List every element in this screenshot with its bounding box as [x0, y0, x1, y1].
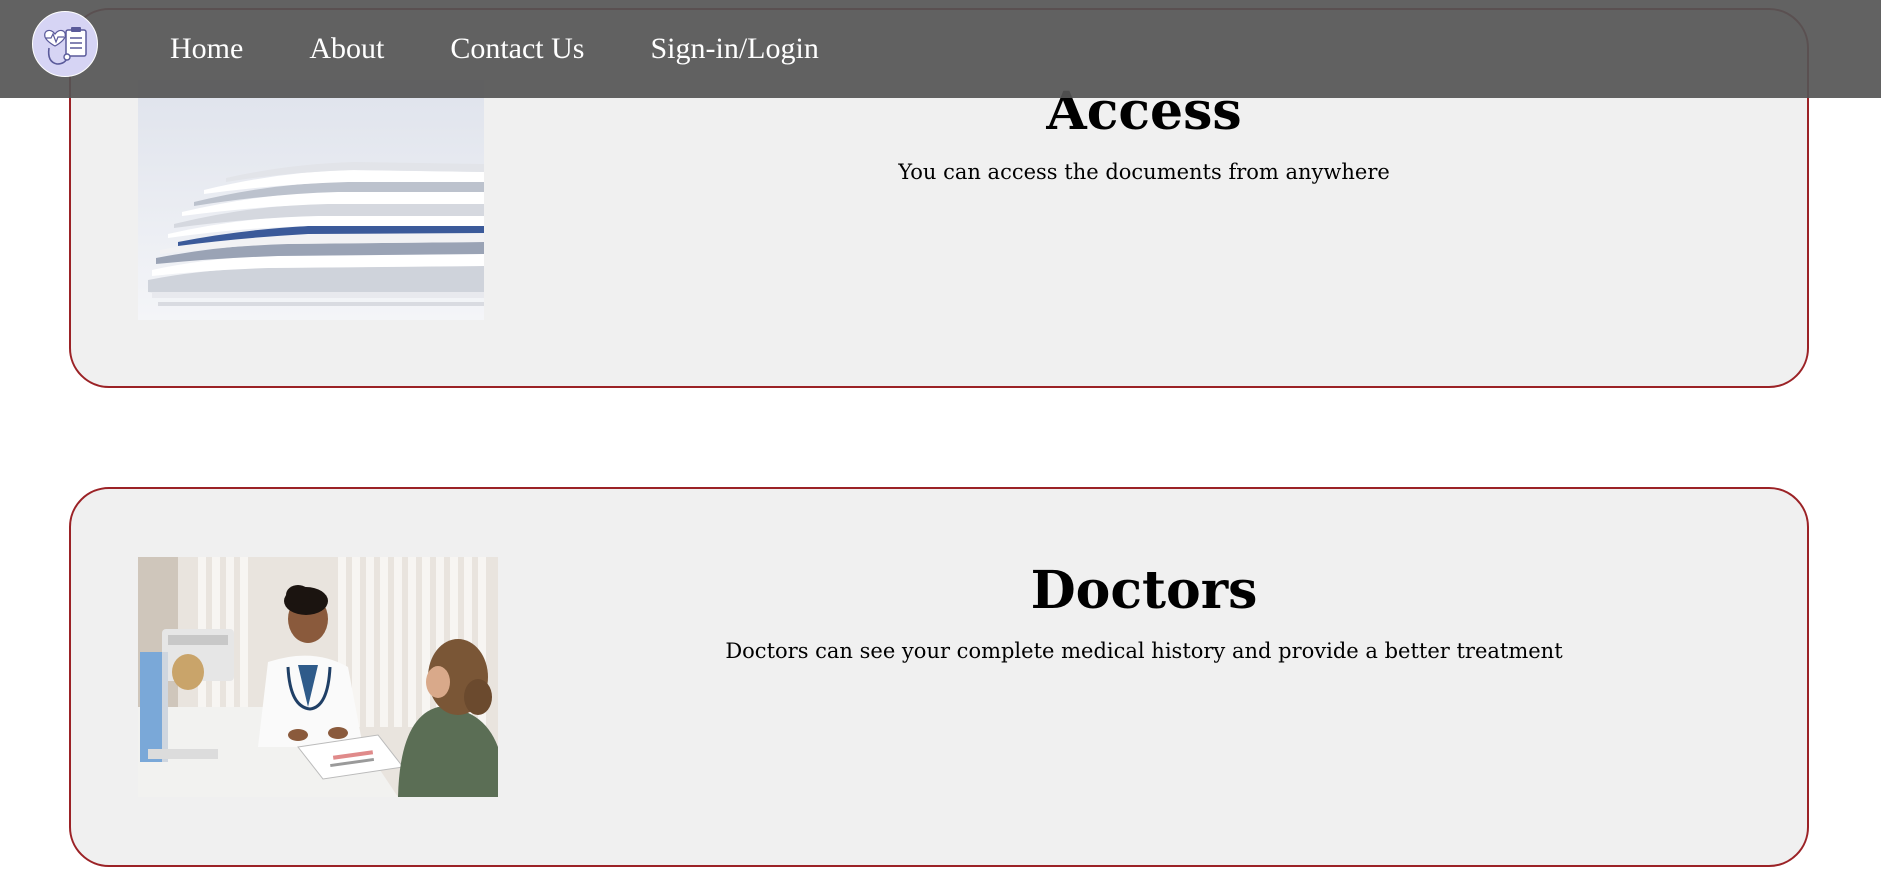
top-navbar: Home About Contact Us Sign-in/Login [0, 0, 1881, 98]
nav-link-about[interactable]: About [309, 32, 384, 66]
feature-text-doctors: Doctors Doctors can see your complete me… [551, 561, 1737, 663]
nav-link-home[interactable]: Home [170, 32, 243, 66]
feature-title: Doctors [1030, 560, 1258, 621]
nav-links: Home About Contact Us Sign-in/Login [170, 0, 885, 98]
nav-link-contact-us[interactable]: Contact Us [450, 32, 584, 66]
feature-card-doctors: Doctors Doctors can see your complete me… [69, 487, 1809, 867]
page: Access You can access the documents from… [0, 0, 1881, 892]
feature-description: Doctors can see your complete medical hi… [725, 638, 1563, 663]
logo-medical-records-icon[interactable] [32, 11, 98, 77]
documents-stack-image [138, 80, 484, 320]
doctor-consultation-image [138, 557, 498, 797]
feature-description: You can access the documents from anywhe… [898, 159, 1390, 184]
nav-link-sign-in-login[interactable]: Sign-in/Login [650, 32, 818, 66]
